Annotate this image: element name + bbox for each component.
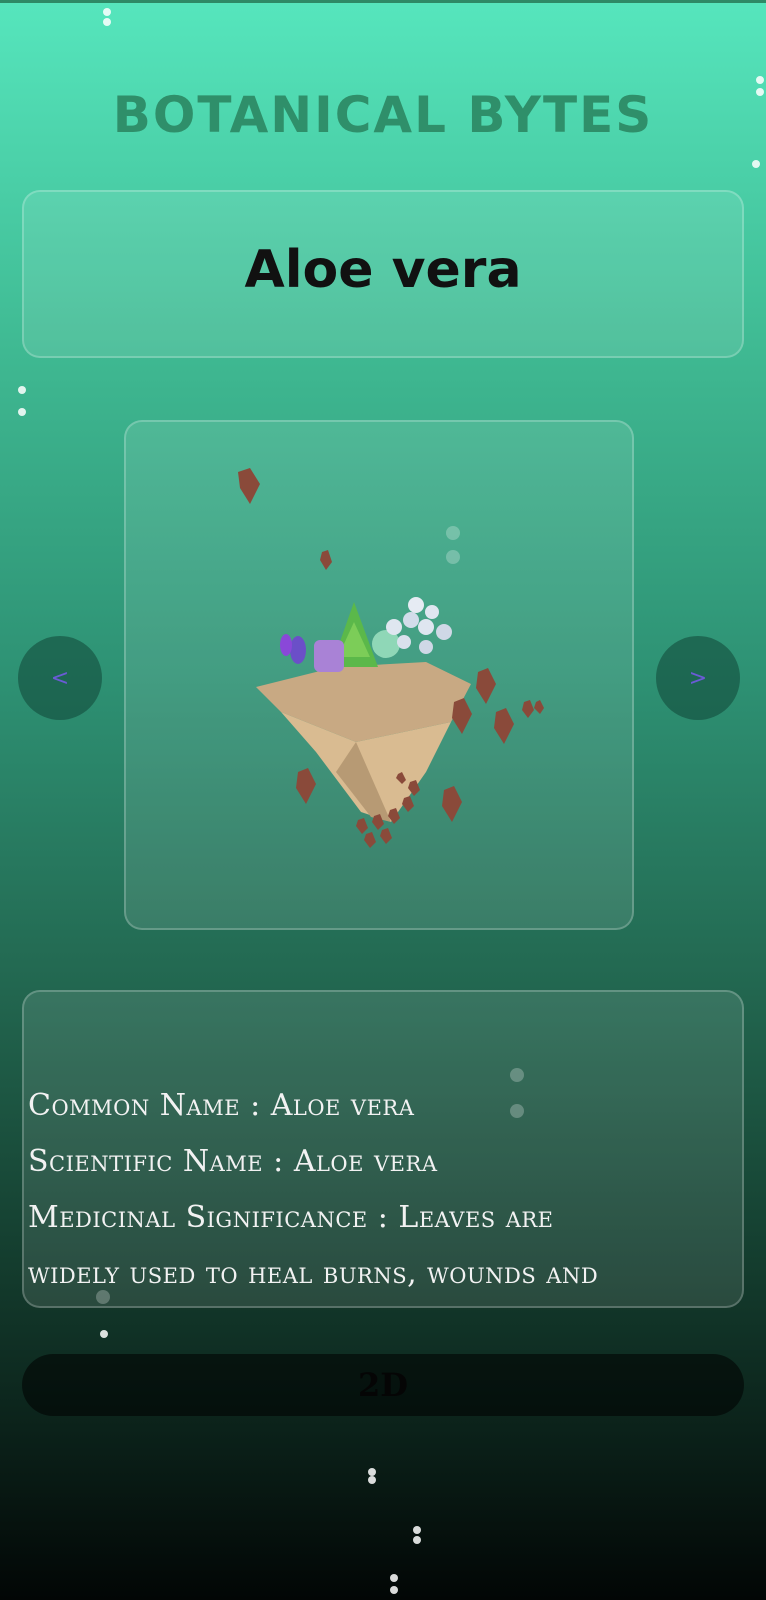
particle-dot bbox=[368, 1476, 376, 1484]
top-edge-line bbox=[0, 0, 766, 3]
medicinal-significance-line-2: widely used to heal burns, wounds and bbox=[28, 1256, 599, 1291]
view-toggle-2d-button[interactable]: 2D bbox=[22, 1354, 744, 1416]
plant-info-card[interactable]: Common Name : Aloe vera Scientific Name … bbox=[22, 990, 744, 1308]
particle-dot bbox=[100, 1330, 108, 1338]
particle-dot bbox=[446, 526, 460, 540]
particle-dot bbox=[413, 1526, 421, 1534]
particle-dot bbox=[18, 408, 26, 416]
particle-dot bbox=[510, 1104, 524, 1118]
next-model-button[interactable]: > bbox=[656, 636, 740, 720]
scientific-name-line: Scientific Name : Aloe vera bbox=[28, 1144, 438, 1179]
particle-dot bbox=[752, 160, 760, 168]
particle-dot bbox=[413, 1536, 421, 1544]
particle-dot bbox=[103, 8, 111, 16]
3d-model-viewer[interactable] bbox=[124, 420, 634, 930]
particle-dot bbox=[18, 386, 26, 394]
plant-name: Aloe vera bbox=[244, 240, 522, 300]
particle-dot bbox=[368, 1468, 376, 1476]
previous-model-button[interactable]: < bbox=[18, 636, 102, 720]
particle-dot bbox=[390, 1574, 398, 1582]
common-name-line: Common Name : Aloe vera bbox=[28, 1088, 415, 1123]
app-title: BOTANICAL BYTES bbox=[112, 86, 654, 144]
plant-info-text: Common Name : Aloe vera Scientific Name … bbox=[28, 1078, 740, 1302]
particle-dot bbox=[510, 1068, 524, 1082]
particle-dot bbox=[96, 1290, 110, 1304]
floating-island-model bbox=[238, 468, 544, 848]
particle-dot bbox=[390, 1586, 398, 1594]
plant-name-card: Aloe vera bbox=[22, 190, 744, 358]
particle-dot bbox=[446, 550, 460, 564]
particle-dot bbox=[756, 76, 764, 84]
particle-dot bbox=[103, 18, 111, 26]
particle-dot bbox=[756, 88, 764, 96]
medicinal-significance-line: Medicinal Significance : Leaves are bbox=[28, 1200, 554, 1235]
